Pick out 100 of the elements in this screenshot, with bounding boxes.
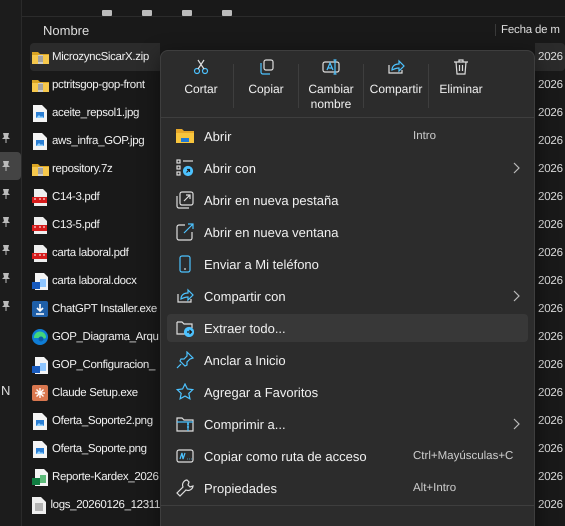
scissors-icon [192, 58, 210, 76]
column-header[interactable]: Fecha de m [495, 24, 565, 36]
zipped-folder-icon [32, 50, 48, 64]
toolbar-button[interactable]: Compartir [364, 58, 428, 117]
share-icon [176, 287, 194, 305]
file-name: Reporte-Kardex_2026 [52, 471, 159, 483]
pin-icon [1, 133, 11, 143]
new-window-icon [176, 223, 194, 241]
file-name: aws_infra_GOP.jpg [52, 135, 144, 147]
menu-item[interactable]: Compartir con [167, 282, 528, 310]
file-item[interactable]: Claude Setup.exe [30, 379, 160, 407]
text-file-icon [32, 496, 46, 514]
date-modified: 2026 [537, 246, 564, 261]
toolbar-button[interactable]: Cambiar nombre [299, 58, 363, 117]
date-modified: 2026 [537, 358, 564, 373]
pin-icon [1, 273, 11, 283]
file-item[interactable]: pctritsgop-gop-front [30, 71, 160, 99]
installer-icon [32, 301, 48, 317]
menu-item[interactable]: Comprimir a... [167, 410, 528, 438]
pdf-file-icon [32, 244, 48, 262]
date-modified: 2026 [537, 218, 564, 233]
file-name: Oferta_Soporte.png [52, 443, 147, 455]
file-name: pctritsgop-gop-front [52, 79, 145, 91]
file-item[interactable]: carta laboral.docx [30, 267, 160, 295]
date-modified: 2026 [535, 43, 565, 71]
date-modified: 2026 [537, 498, 564, 513]
toolbar-button[interactable]: Eliminar [429, 58, 493, 117]
file-item[interactable]: aceite_repsol1.jpg [30, 99, 160, 127]
file-item[interactable]: GOP_Diagrama_Arqu [30, 323, 160, 351]
file-name: Claude Setup.exe [52, 387, 138, 399]
file-item[interactable]: Oferta_Soporte.png [30, 435, 160, 463]
terminal-icon [176, 447, 194, 465]
extract-folder-icon [176, 319, 194, 337]
file-name: repository.7z [52, 163, 112, 175]
nav-item[interactable]: N [0, 376, 21, 404]
pin-icon [1, 301, 11, 311]
date-modified: 2026 [537, 78, 564, 93]
trash-icon [452, 58, 470, 76]
word-file-icon [32, 272, 48, 290]
file-item[interactable]: GOP_Configuracion_ [30, 351, 160, 379]
pinned-folder[interactable] [0, 152, 21, 180]
menu-item[interactable]: Anclar a Inicio [167, 346, 528, 374]
file-name: GOP_Diagrama_Arqu [52, 331, 159, 343]
zipped-folder-icon [32, 162, 48, 176]
menu-item[interactable]: Extraer todo... [167, 314, 528, 342]
folder-icon [176, 128, 194, 144]
file-item[interactable]: aws_infra_GOP.jpg [30, 127, 160, 155]
image-file-icon [33, 440, 47, 458]
menu-item[interactable]: Copiar como ruta de acceso Ctrl+Mayúsculas+C [167, 442, 528, 470]
date-modified: 2026 [537, 414, 564, 429]
file-item[interactable]: repository.7z [30, 155, 160, 183]
toolbar-button[interactable]: Cortar [169, 58, 233, 117]
file-name: carta laboral.pdf [52, 247, 129, 259]
menu-item[interactable]: Agregar a Favoritos [167, 378, 528, 406]
file-item[interactable]: Reporte-Kardex_2026 [30, 463, 160, 491]
file-name: Oferta_Soporte2.png [52, 415, 153, 427]
pin-icon [176, 351, 194, 369]
date-modified: 2026 [537, 442, 564, 457]
file-item[interactable]: Oferta_Soporte2.png [30, 407, 160, 435]
word-file-icon [32, 356, 48, 374]
image-file-icon [33, 132, 47, 150]
file-item[interactable]: C14-3.pdf [30, 183, 160, 211]
share-icon [387, 58, 405, 76]
date-modified: 2026 [537, 134, 564, 149]
date-modified: 2026 [537, 386, 564, 401]
menu-item[interactable]: Enviar a Mi teléfono [167, 250, 528, 278]
file-name: logs_20260126_12311 [50, 499, 160, 511]
menu-item[interactable]: Propiedades Alt+Intro [167, 474, 528, 502]
file-name: aceite_repsol1.jpg [52, 107, 140, 119]
pin-icon [1, 245, 11, 255]
star-icon [176, 383, 194, 401]
file-name: C13-5.pdf [52, 219, 100, 231]
image-file-icon [33, 412, 47, 430]
pdf-file-icon [32, 188, 48, 206]
toolbar-button[interactable]: Copiar [234, 58, 298, 117]
date-modified: 2026 [537, 274, 564, 289]
new-tab-icon [176, 191, 194, 209]
file-item[interactable]: logs_20260126_12311 [30, 491, 160, 519]
menu-item[interactable]: Abrir en nueva ventana [167, 218, 528, 246]
file-item[interactable]: carta laboral.pdf [30, 239, 160, 267]
menu-item[interactable]: Abrir con [167, 154, 528, 182]
browser-icon [32, 329, 48, 345]
date-modified: 2026 [537, 190, 564, 205]
date-modified: 2026 [537, 106, 564, 121]
rename-icon [322, 58, 340, 76]
archive-folder-icon [176, 415, 194, 433]
column-header[interactable]: Nombre [22, 22, 495, 38]
menu-item[interactable]: Abrir en nueva pestaña [167, 186, 528, 214]
wrench-icon [176, 479, 194, 497]
pin-icon [1, 161, 11, 171]
date-modified: 2026 [537, 470, 564, 485]
file-item[interactable]: ChatGPT Installer.exe [30, 295, 160, 323]
pdf-file-icon [32, 216, 48, 234]
file-name: carta laboral.docx [52, 275, 136, 287]
menu-item[interactable]: Abrir Intro [167, 122, 528, 150]
file-item[interactable]: C13-5.pdf [30, 211, 160, 239]
date-modified: 2026 [537, 302, 564, 317]
file-item[interactable]: MicrozyncSicarX.zip [30, 43, 160, 71]
date-modified: 2026 [537, 162, 564, 177]
starburst-app-icon [32, 385, 48, 401]
